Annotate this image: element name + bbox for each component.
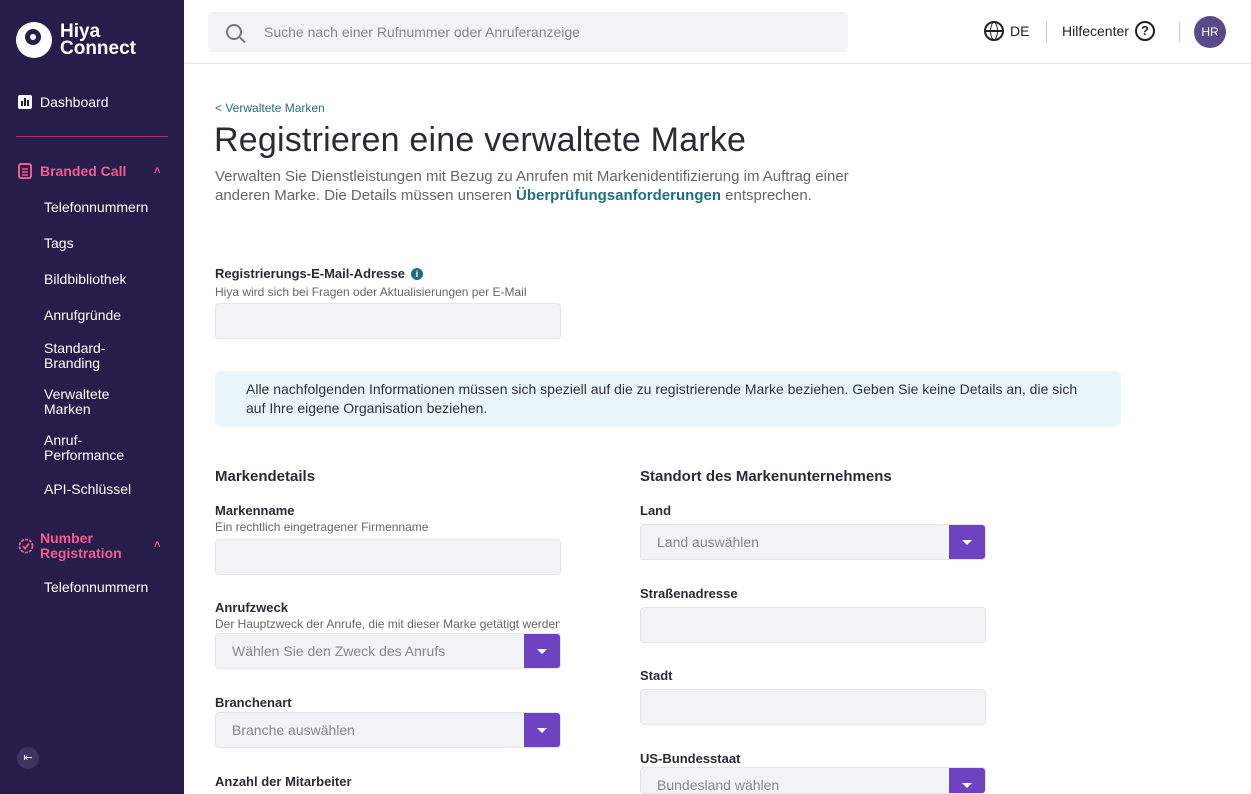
verified-badge-icon	[18, 538, 34, 554]
street-wrapper	[640, 607, 986, 643]
search-box	[208, 12, 848, 52]
top-bar: DE Hilfecenter ? HR	[184, 0, 1251, 64]
street-label: Straßenadresse	[640, 586, 738, 601]
select-value: Land auswählen	[657, 534, 759, 550]
industry-label: Branchenart	[215, 695, 292, 710]
city-wrapper	[640, 689, 986, 725]
email-label: Registrierungs-E-Mail-Adresse i	[215, 266, 423, 281]
brand-name-label: Markenname	[215, 503, 295, 518]
back-link-verwaltete-marken[interactable]: < Verwaltete Marken	[215, 101, 325, 115]
sidebar-item-tags[interactable]: Tags	[44, 236, 174, 251]
sidebar-item-telefonnummern[interactable]: Telefonnummern	[44, 200, 174, 215]
sidebar-item-bildbibliothek[interactable]: Bildbibliothek	[44, 272, 174, 287]
brand-location-title: Standort des Markenunternehmens	[640, 468, 892, 485]
sidebar-item-anrufgruende[interactable]: Anrufgründe	[44, 308, 174, 323]
employees-label: Anzahl der Mitarbeiter	[215, 774, 352, 789]
email-field-wrapper	[215, 303, 561, 339]
page-title: Registrieren eine verwaltete Marke	[214, 121, 747, 159]
call-purpose-select[interactable]: Wählen Sie den Zweck des Anrufs	[215, 633, 561, 669]
industry-select[interactable]: Branche auswählen	[215, 712, 561, 748]
street-field[interactable]	[641, 608, 985, 642]
language-selector[interactable]: DE	[984, 21, 1029, 41]
divider	[1046, 22, 1047, 42]
call-purpose-hint: Der Hauptzweck der Anrufe, die mit diese…	[215, 617, 560, 631]
select-value: Wählen Sie den Zweck des Anrufs	[232, 643, 446, 659]
help-label: Hilfecenter	[1062, 23, 1129, 39]
logo-text: Hiya Connect	[60, 21, 136, 59]
document-icon	[18, 163, 32, 179]
chevron-up-icon[interactable]: ˄	[154, 539, 160, 551]
brand-name-hint: Ein rechtlich eingetragener Firmenname	[215, 520, 429, 534]
state-select[interactable]: Bundesland wählen	[640, 767, 986, 794]
sidebar-item-anruf-performance[interactable]: Anruf-Performance	[44, 433, 140, 463]
brand-name-field[interactable]	[216, 540, 560, 574]
sidebar-section-branded-call[interactable]: Branded Call ˄	[18, 163, 160, 179]
country-select[interactable]: Land auswählen	[640, 524, 986, 560]
globe-icon	[984, 21, 1004, 41]
brand-details-title: Markendetails	[215, 468, 316, 485]
chevron-down-icon[interactable]	[949, 525, 985, 559]
select-value: Branche auswählen	[232, 722, 355, 738]
hiya-logo-icon	[16, 22, 52, 58]
sidebar-item-telefonnummern-registration[interactable]: Telefonnummern	[44, 580, 174, 595]
city-field[interactable]	[641, 690, 985, 724]
email-hint: Hiya wird sich bei Fragen oder Aktualisi…	[215, 285, 527, 299]
chevron-down-icon[interactable]	[524, 634, 560, 668]
sidebar-item-label: Dashboard	[40, 94, 109, 110]
section-label: Number Registration	[40, 530, 122, 561]
avatar[interactable]: HR	[1194, 16, 1226, 48]
sidebar-item-api-schluessel[interactable]: API-Schlüssel	[44, 482, 174, 497]
search-input[interactable]	[264, 24, 824, 40]
verification-requirements-link[interactable]: Überprüfungsanforderungen	[516, 187, 721, 204]
sidebar-section-number-registration[interactable]: Number Registration ˄	[18, 530, 160, 561]
chevron-down-icon[interactable]	[949, 768, 985, 793]
city-label: Stadt	[640, 668, 673, 683]
sidebar-item-dashboard[interactable]: Dashboard	[18, 94, 109, 110]
brand-name-wrapper	[215, 539, 561, 575]
intro-text: Verwalten Sie Dienstleistungen mit Bezug…	[215, 168, 849, 204]
sidebar-item-verwaltete-marken[interactable]: Verwaltete Marken	[44, 387, 130, 417]
sidebar-divider	[16, 136, 168, 137]
question-icon: ?	[1134, 21, 1155, 41]
select-value: Bundesland wählen	[657, 777, 780, 793]
state-label: US-Bundesstaat	[640, 751, 741, 766]
email-field[interactable]	[216, 304, 560, 338]
sidebar: Hiya Connect Dashboard Branded Call ˄ Te…	[0, 0, 184, 794]
search-icon	[226, 24, 242, 40]
sidebar-item-standard-branding[interactable]: Standard-Branding	[44, 341, 130, 371]
call-purpose-label: Anrufzweck	[215, 600, 288, 615]
collapse-sidebar-icon[interactable]: ⇤	[17, 747, 39, 769]
section-label: Branded Call	[40, 163, 127, 179]
chevron-down-icon[interactable]	[524, 713, 560, 747]
info-notice: Alle nachfolgenden Informationen müssen …	[215, 371, 1121, 427]
info-icon[interactable]: i	[411, 267, 423, 280]
bar-chart-icon	[18, 95, 32, 109]
country-label: Land	[640, 503, 672, 518]
divider	[1179, 22, 1180, 42]
help-center-link[interactable]: Hilfecenter ?	[1062, 21, 1155, 41]
logo[interactable]: Hiya Connect	[16, 22, 136, 58]
chevron-up-icon[interactable]: ˄	[154, 165, 160, 177]
language-label: DE	[1010, 23, 1030, 39]
